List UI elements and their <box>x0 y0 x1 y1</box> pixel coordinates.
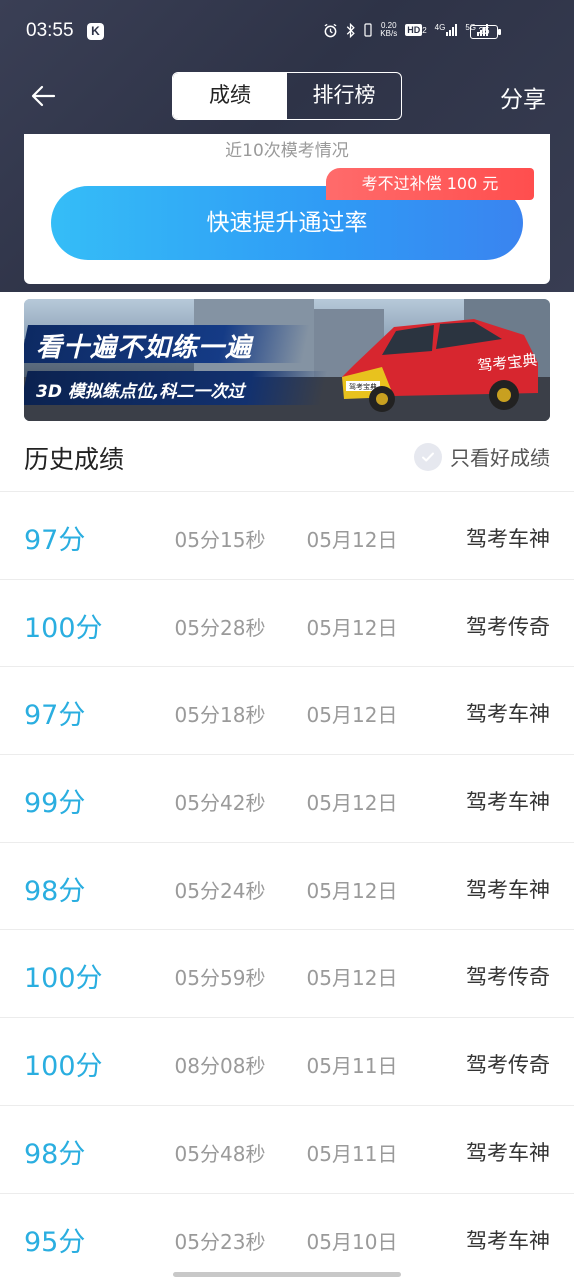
status-bar: 03:55 K 0.20 KB/s HD 2 4G 5G 35 <box>0 0 574 64</box>
filter-label: 只看好成绩 <box>450 446 550 470</box>
row-rank: 驾考传奇 <box>466 965 550 990</box>
alarm-icon <box>324 23 337 37</box>
signal-bars-icon <box>446 24 458 36</box>
signal-4g: 4G <box>435 24 458 36</box>
banner-subline: 3D 模拟练点位,科二一次过 <box>36 382 245 402</box>
row-duration: 05分15秒 <box>174 528 266 552</box>
row-date: 05月12日 <box>306 528 398 552</box>
history-row[interactable]: 100分 05分59秒 05月12日 驾考传奇 <box>0 929 574 1017</box>
history-row[interactable]: 100分 08分08秒 05月11日 驾考传奇 <box>0 1017 574 1105</box>
vibrate-icon <box>364 23 372 37</box>
row-duration: 05分48秒 <box>174 1141 266 1166</box>
status-icons: 0.20 KB/s HD 2 4G 5G <box>323 22 488 38</box>
back-arrow-icon[interactable] <box>28 82 60 110</box>
home-indicator[interactable] <box>173 1272 401 1277</box>
row-duration: 05分24秒 <box>174 878 266 903</box>
row-duration: 08分08秒 <box>174 1054 266 1079</box>
summary-card: 近10次模考情况 快速提升通过率 考不过补偿 100 元 <box>24 134 550 284</box>
history-list: 97分 05分15秒 05月12日 驾考车神 100分 05分28秒 05月12日 驾考传奇 9… <box>0 491 574 1280</box>
row-score: 100分 <box>24 1051 103 1083</box>
row-rank: 驾考车神 <box>466 702 550 727</box>
row-score: 98分 <box>24 1138 86 1170</box>
tab-leaderboard[interactable]: 排行榜 <box>287 73 401 119</box>
row-rank: 驾考车神 <box>466 1228 550 1253</box>
ad-banner[interactable]: 看十遍不如练一遍 3D 模拟练点位,科二一次过 驾考宝典 驾考宝典 <box>24 299 550 421</box>
tab-scores[interactable]: 成绩 <box>173 73 287 119</box>
row-score: 99分 <box>24 788 86 820</box>
row-date: 05月12日 <box>306 703 398 728</box>
k-app-icon: K <box>87 23 104 40</box>
battery-icon: 35 <box>470 25 498 39</box>
good-scores-filter[interactable]: 只看好成绩 <box>414 442 550 471</box>
history-title: 历史成绩 <box>24 445 125 474</box>
banner-headline: 看十遍不如练一遍 <box>36 333 253 363</box>
row-rank: 驾考车神 <box>466 1140 550 1165</box>
row-rank: 驾考车神 <box>466 527 550 551</box>
history-row[interactable]: 98分 05分48秒 05月11日 驾考车神 <box>0 1104 574 1193</box>
row-score: 97分 <box>24 700 86 732</box>
row-duration: 05分23秒 <box>174 1229 266 1254</box>
row-date: 05月12日 <box>306 878 398 903</box>
share-button[interactable]: 分享 <box>500 80 546 114</box>
row-rank: 驾考车神 <box>466 790 550 815</box>
row-date: 05月12日 <box>306 615 398 640</box>
row-date: 05月11日 <box>306 1141 398 1166</box>
row-date: 05月10日 <box>306 1229 398 1254</box>
history-row[interactable]: 99分 05分42秒 05月12日 驾考车神 <box>0 754 574 842</box>
history-row[interactable]: 100分 05分28秒 05月12日 驾考传奇 <box>0 578 574 667</box>
status-time: 03:55 <box>26 20 74 41</box>
tab-switcher: 成绩 排行榜 <box>172 72 402 120</box>
row-duration: 05分59秒 <box>174 966 266 991</box>
plate-text: 驾考宝典 <box>349 382 377 391</box>
row-score: 98分 <box>24 875 86 907</box>
history-row[interactable]: 97分 05分18秒 05月12日 驾考车神 <box>0 666 574 754</box>
row-date: 05月11日 <box>306 1054 398 1079</box>
row-duration: 05分28秒 <box>174 615 266 640</box>
row-rank: 驾考传奇 <box>466 614 550 639</box>
row-duration: 05分42秒 <box>174 791 266 816</box>
row-date: 05月12日 <box>306 791 398 816</box>
check-icon[interactable] <box>414 442 442 471</box>
net-speed: 0.20 KB/s <box>380 21 398 38</box>
bluetooth-icon <box>347 22 356 38</box>
row-rank: 驾考传奇 <box>466 1053 550 1078</box>
hd-indicator: HD 2 <box>405 23 427 36</box>
battery-cap <box>498 29 501 35</box>
history-row[interactable]: 95分 05分23秒 05月10日 驾考车神 <box>0 1192 574 1280</box>
row-date: 05月12日 <box>306 966 398 991</box>
row-score: 100分 <box>24 612 103 644</box>
car-icon: 驾考宝典 驾考宝典 <box>342 319 538 412</box>
promo-badge: 考不过补偿 100 元 <box>326 168 534 200</box>
row-rank: 驾考车神 <box>466 877 550 902</box>
card-subtitle: 近10次模考情况 <box>225 141 349 161</box>
row-score: 95分 <box>24 1226 86 1258</box>
row-duration: 05分18秒 <box>174 703 266 728</box>
row-score: 100分 <box>24 963 103 995</box>
row-score: 97分 <box>24 525 86 556</box>
history-row[interactable]: 98分 05分24秒 05月12日 驾考车神 <box>0 841 574 930</box>
history-row[interactable]: 97分 05分15秒 05月12日 驾考车神 <box>0 491 574 579</box>
